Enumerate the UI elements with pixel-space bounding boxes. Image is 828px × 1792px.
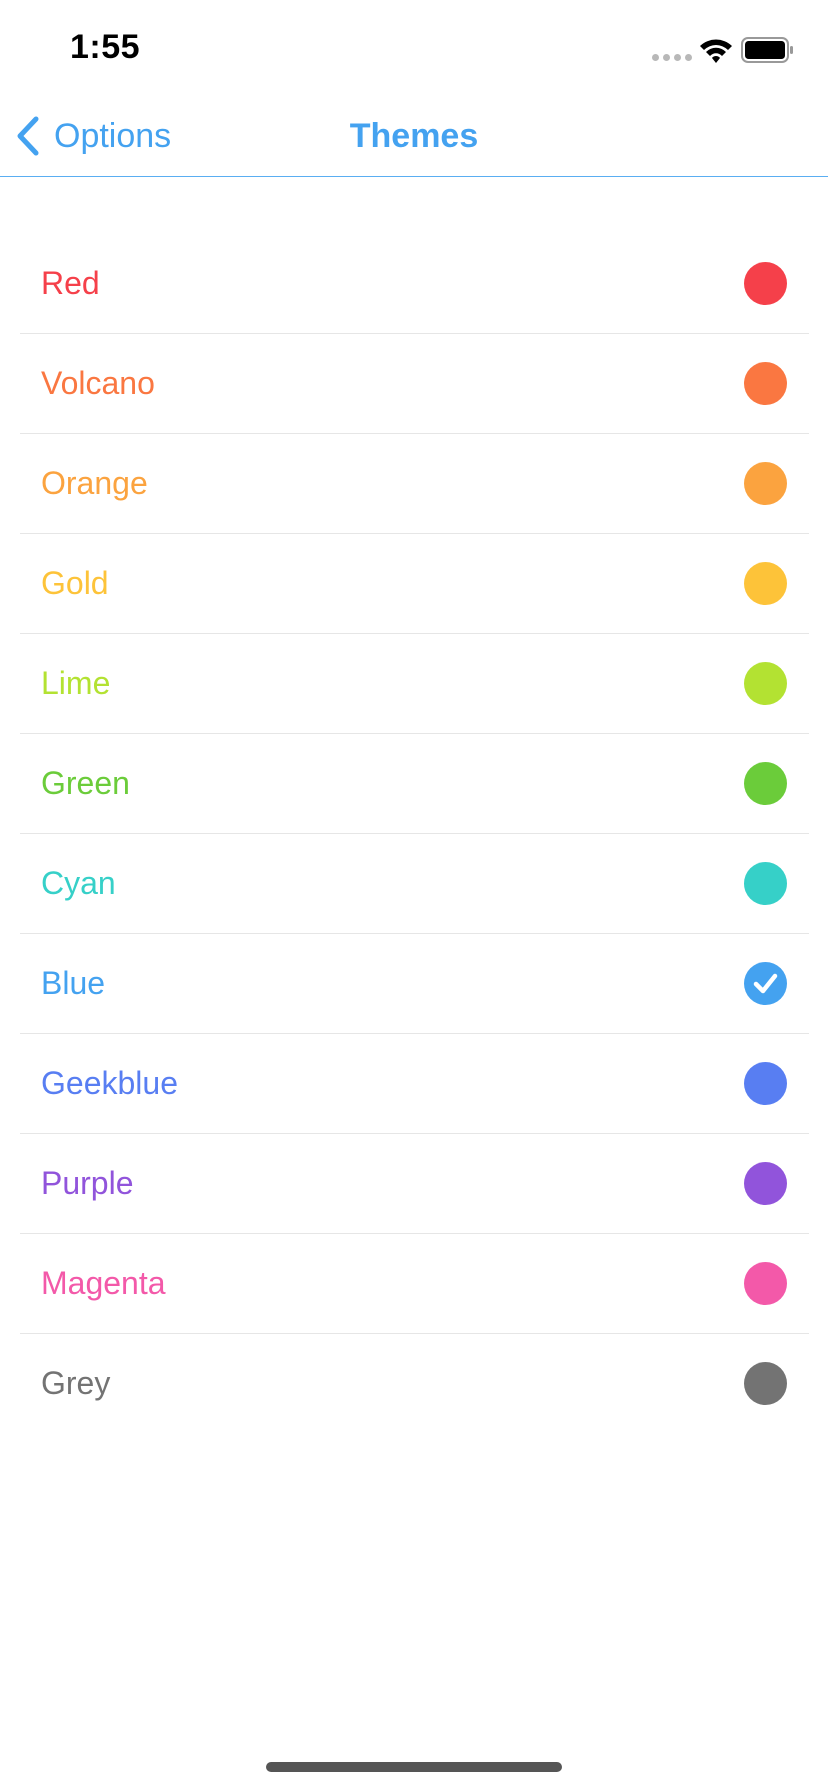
theme-row-orange[interactable]: Orange	[20, 434, 809, 534]
color-swatch	[744, 1262, 787, 1305]
color-swatch	[744, 262, 787, 305]
theme-label: Geekblue	[41, 1065, 178, 1101]
status-bar: 1:55	[0, 0, 828, 100]
theme-row-blue[interactable]: Blue	[20, 934, 809, 1034]
theme-row-grey[interactable]: Grey	[20, 1334, 809, 1433]
color-swatch	[744, 1062, 787, 1105]
page-title: Themes	[349, 117, 479, 155]
color-swatch	[744, 662, 787, 705]
theme-label: Gold	[41, 565, 109, 601]
theme-label: Blue	[41, 965, 106, 1001]
color-swatch	[744, 1362, 787, 1405]
cellular-signal-icon	[652, 54, 692, 61]
theme-label: Lime	[41, 665, 111, 701]
theme-label: Grey	[41, 1365, 111, 1401]
theme-row-green[interactable]: Green	[20, 734, 809, 834]
color-swatch	[744, 762, 787, 805]
navigation-bar: Options Themes	[0, 100, 828, 177]
battery-icon	[741, 37, 793, 63]
color-swatch-selected	[744, 962, 787, 1005]
theme-row-lime[interactable]: Lime	[20, 634, 809, 734]
theme-label: Orange	[41, 465, 148, 501]
theme-row-red[interactable]: Red	[20, 234, 809, 334]
wifi-icon	[700, 39, 732, 63]
theme-list: Red Volcano Orange Gold Lime Green Cyan …	[20, 234, 809, 1433]
color-swatch	[744, 362, 787, 405]
color-swatch	[744, 462, 787, 505]
color-swatch	[744, 562, 787, 605]
theme-row-gold[interactable]: Gold	[20, 534, 809, 634]
theme-row-purple[interactable]: Purple	[20, 1134, 809, 1234]
home-indicator[interactable]	[266, 1762, 562, 1772]
color-swatch	[744, 1162, 787, 1205]
theme-label: Cyan	[41, 865, 116, 901]
theme-row-cyan[interactable]: Cyan	[20, 834, 809, 934]
theme-label: Purple	[41, 1165, 134, 1201]
theme-label: Red	[41, 265, 100, 301]
checkmark-icon	[753, 973, 778, 994]
color-swatch	[744, 862, 787, 905]
theme-label: Volcano	[41, 365, 155, 401]
theme-row-volcano[interactable]: Volcano	[20, 334, 809, 434]
theme-row-geekblue[interactable]: Geekblue	[20, 1034, 809, 1134]
theme-label: Green	[41, 765, 130, 801]
theme-row-magenta[interactable]: Magenta	[20, 1234, 809, 1334]
status-time: 1:55	[70, 28, 141, 66]
theme-label: Magenta	[41, 1265, 166, 1301]
